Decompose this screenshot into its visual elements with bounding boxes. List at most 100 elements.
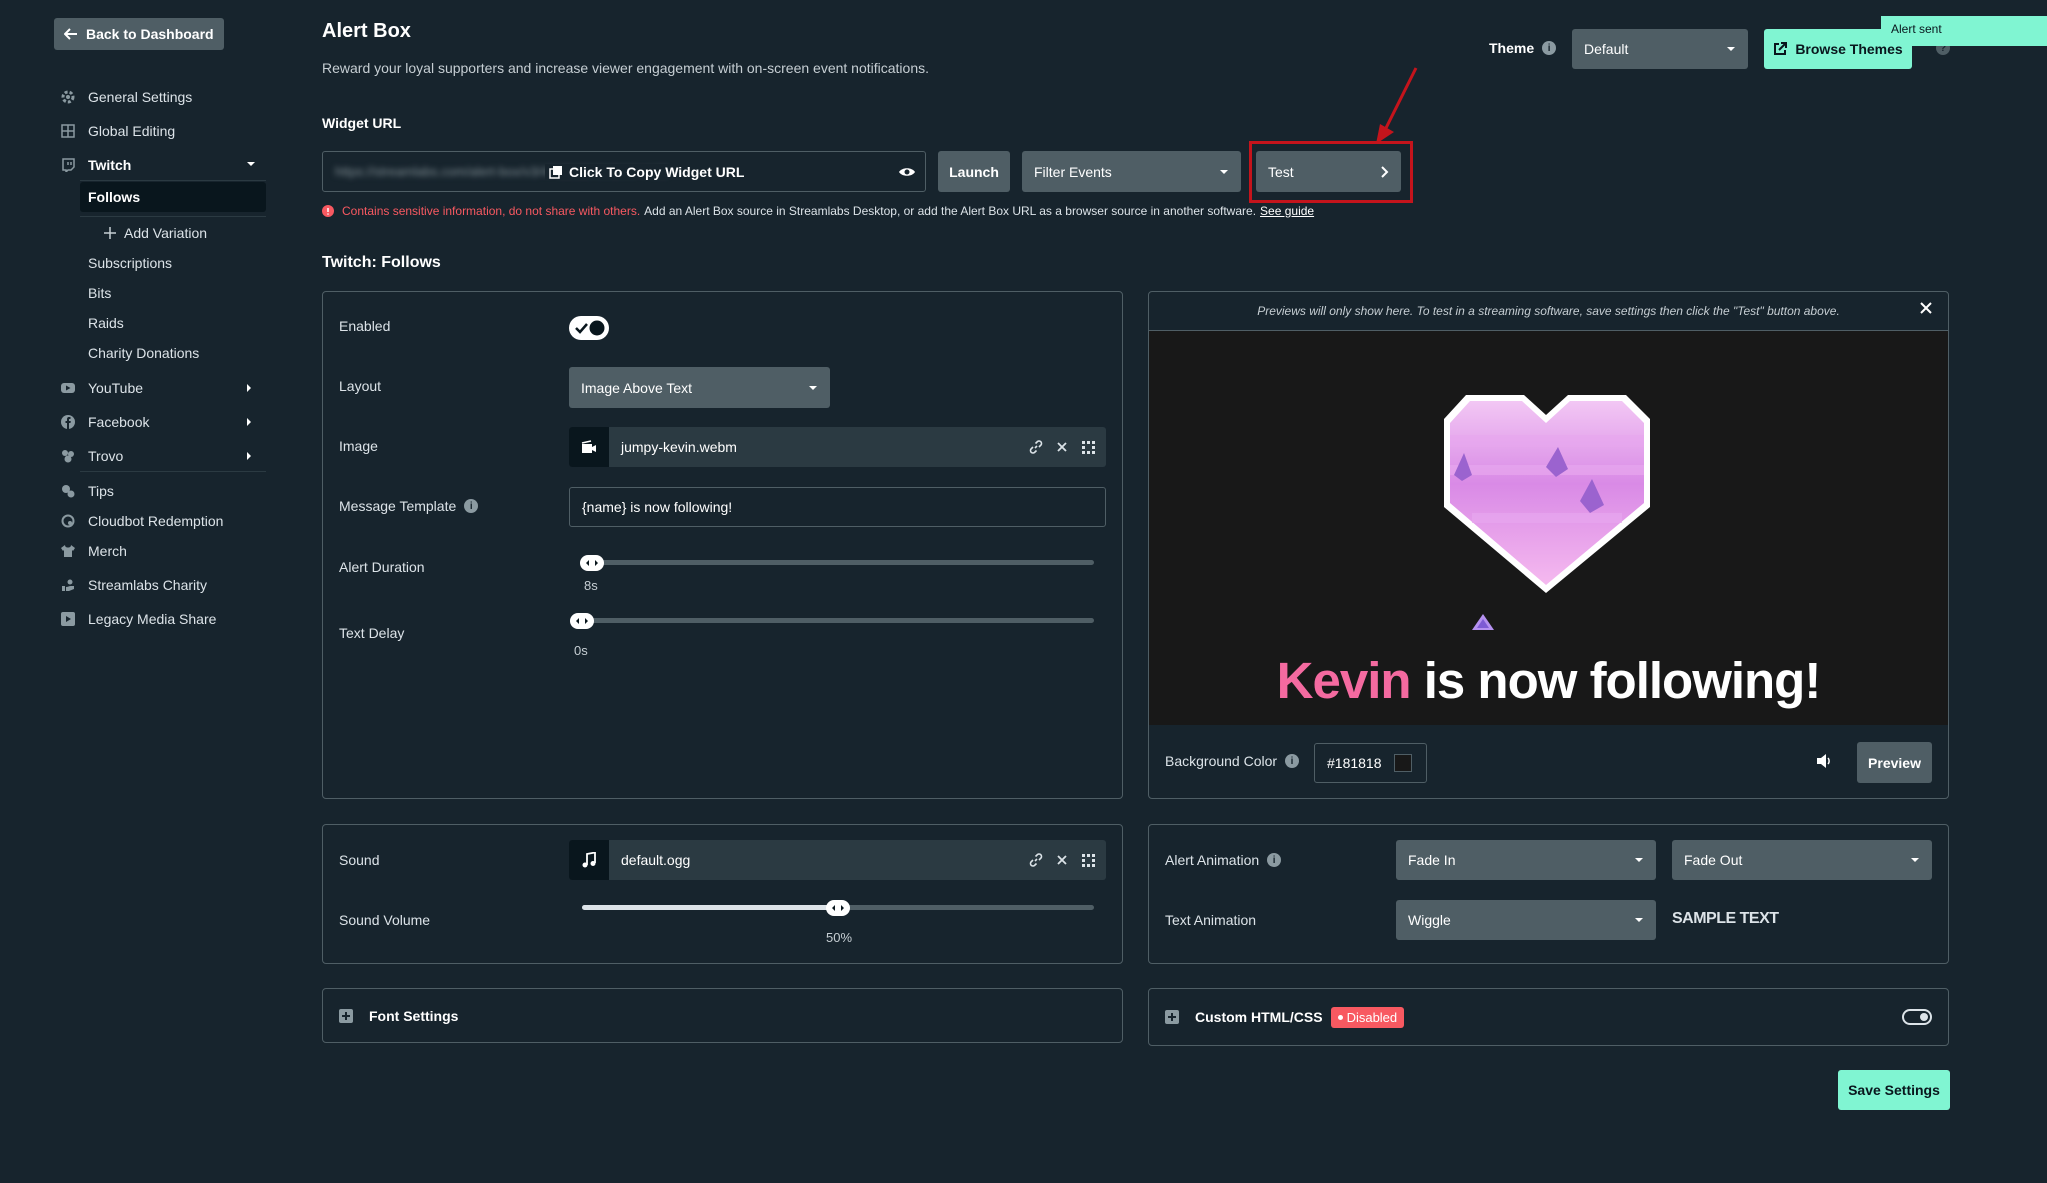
message-template-label: Message Template i — [339, 498, 479, 514]
sidebar-item-global-editing[interactable]: Global Editing — [60, 118, 175, 144]
link-icon[interactable] — [1028, 439, 1044, 455]
widget-url-box[interactable]: https://streamlabs.com/alert-box/v3/4F3E… — [322, 151, 926, 192]
caret-down-icon — [1634, 857, 1644, 863]
sidebar-item-general-settings[interactable]: General Settings — [60, 84, 192, 110]
sidebar-item-twitch[interactable]: Twitch — [60, 152, 270, 178]
close-preview-icon[interactable] — [1920, 302, 1932, 314]
info-icon[interactable]: i — [1542, 41, 1557, 55]
sound-volume-slider[interactable] — [582, 900, 1094, 916]
see-guide-link[interactable]: See guide — [1260, 204, 1314, 218]
preview-button[interactable]: Preview — [1857, 742, 1932, 783]
page-subtitle: Reward your loyal supporters and increas… — [322, 60, 929, 76]
text-delay-slider[interactable] — [570, 613, 1094, 629]
sidebar-subitem-subscriptions[interactable]: Subscriptions — [88, 250, 172, 276]
sidebar-item-cloudbot-redemption[interactable]: Cloudbot Redemption — [60, 508, 223, 534]
caret-right-icon — [246, 417, 252, 427]
sidebar-item-legacy-media-share[interactable]: Legacy Media Share — [60, 606, 216, 632]
sidebar-subitem-raids[interactable]: Raids — [88, 310, 124, 336]
link-icon[interactable] — [1028, 852, 1044, 868]
animation-in-select[interactable]: Fade In — [1396, 840, 1656, 880]
message-template-input[interactable]: {name} is now following! — [569, 487, 1106, 527]
alert-circle-icon — [322, 205, 334, 217]
filter-events-select[interactable]: Filter Events — [1022, 151, 1241, 192]
layout-select[interactable]: Image Above Text — [569, 367, 830, 408]
sidebar-item-tips[interactable]: Tips — [60, 478, 114, 504]
caret-right-icon — [246, 451, 252, 461]
sidebar-item-label: Tips — [88, 483, 114, 499]
volume-icon[interactable] — [1816, 754, 1832, 768]
sound-volume-label: Sound Volume — [339, 912, 431, 928]
add-variation-button[interactable]: Add Variation — [104, 220, 207, 246]
filter-events-value: Filter Events — [1034, 163, 1112, 180]
arrow-left-icon — [64, 27, 78, 41]
media-share-icon — [60, 611, 76, 627]
sidebar-subitem-follows[interactable]: Follows — [80, 182, 266, 212]
background-color-label: Background Color i — [1165, 753, 1300, 769]
info-icon[interactable]: i — [1267, 853, 1282, 867]
sidebar-subitem-charity-donations[interactable]: Charity Donations — [88, 340, 199, 366]
font-settings-panel[interactable]: Font Settings — [322, 988, 1123, 1043]
test-button[interactable]: Test — [1256, 151, 1401, 192]
slider-handle[interactable] — [826, 900, 850, 916]
layout-value: Image Above Text — [581, 379, 693, 396]
music-note-icon — [569, 840, 609, 880]
alert-duration-slider[interactable] — [580, 555, 1094, 571]
info-icon[interactable]: i — [464, 499, 479, 513]
warning-text: Add an Alert Box source in Streamlabs De… — [644, 204, 1257, 218]
info-icon[interactable]: i — [1285, 754, 1300, 768]
text-delay-label: Text Delay — [339, 625, 405, 641]
sample-text-preview: SAMPLE TEXT — [1672, 910, 1779, 927]
back-to-dashboard-button[interactable]: Back to Dashboard — [54, 18, 224, 50]
sidebar-item-label: Streamlabs Charity — [88, 577, 208, 593]
text-animation-value: Wiggle — [1408, 912, 1451, 928]
eye-icon[interactable] — [899, 167, 915, 177]
sidebar-item-merch[interactable]: Merch — [60, 538, 127, 564]
launch-button[interactable]: Launch — [938, 151, 1010, 192]
charity-icon — [60, 577, 76, 593]
animation-out-value: Fade Out — [1684, 852, 1743, 868]
gallery-grid-icon[interactable] — [1080, 852, 1096, 868]
save-settings-button[interactable]: Save Settings — [1838, 1070, 1950, 1110]
slider-handle[interactable] — [580, 555, 604, 571]
expand-plus-icon[interactable] — [1165, 1010, 1179, 1024]
color-swatch[interactable] — [1393, 754, 1412, 772]
sound-label: Sound — [339, 852, 380, 868]
sound-file-picker[interactable]: default.ogg — [569, 840, 1106, 880]
caret-down-icon — [246, 161, 256, 167]
heart-image — [1444, 395, 1650, 593]
sidebar-item-label: Legacy Media Share — [88, 611, 217, 627]
slider-handle[interactable] — [570, 613, 594, 629]
caret-down-icon — [1910, 857, 1920, 863]
custom-html-toggle[interactable] — [1902, 1009, 1932, 1025]
enabled-toggle[interactable] — [569, 316, 609, 340]
sidebar-item-label: Cloudbot Redemption — [88, 513, 224, 529]
close-icon[interactable] — [1054, 852, 1070, 868]
alert-preview-canvas: Kevin is now following! — [1149, 331, 1948, 725]
alert-animation-label: Alert Animation i — [1165, 852, 1282, 868]
animation-out-select[interactable]: Fade Out — [1672, 840, 1932, 880]
sidebar-item-label: General Settings — [88, 89, 193, 105]
theme-label: Theme i — [1489, 40, 1557, 56]
merch-icon — [60, 543, 76, 559]
grid-icon — [60, 123, 76, 139]
message-template-label-text: Message Template — [339, 498, 457, 514]
close-icon[interactable] — [1054, 439, 1070, 455]
expand-plus-icon[interactable] — [339, 1008, 353, 1023]
youtube-icon — [60, 380, 76, 396]
background-color-input[interactable]: #181818 — [1314, 743, 1427, 783]
text-animation-select[interactable]: Wiggle — [1396, 900, 1656, 940]
sidebar-item-youtube[interactable]: YouTube — [60, 375, 270, 401]
widget-url-warning: Contains sensitive information, do not s… — [322, 204, 1314, 218]
image-file-picker[interactable]: jumpy-kevin.webm — [569, 427, 1106, 467]
sidebar-item-streamlabs-charity[interactable]: Streamlabs Charity — [60, 572, 207, 598]
copy-widget-url-button[interactable]: Click To Copy Widget URL — [545, 163, 749, 180]
sidebar-item-label: Trovo — [88, 448, 124, 464]
sidebar-item-trovo[interactable]: Trovo — [60, 443, 270, 469]
sidebar-subitem-bits[interactable]: Bits — [88, 280, 111, 306]
preview-note: Previews will only show here. To test in… — [1149, 292, 1948, 331]
alert-message-preview: Kevin is now following! — [1149, 651, 1948, 710]
gallery-grid-icon[interactable] — [1080, 439, 1096, 455]
sidebar-item-facebook[interactable]: Facebook — [60, 409, 270, 435]
copy-label: Click To Copy Widget URL — [569, 163, 745, 180]
theme-select[interactable]: Default — [1572, 29, 1748, 69]
